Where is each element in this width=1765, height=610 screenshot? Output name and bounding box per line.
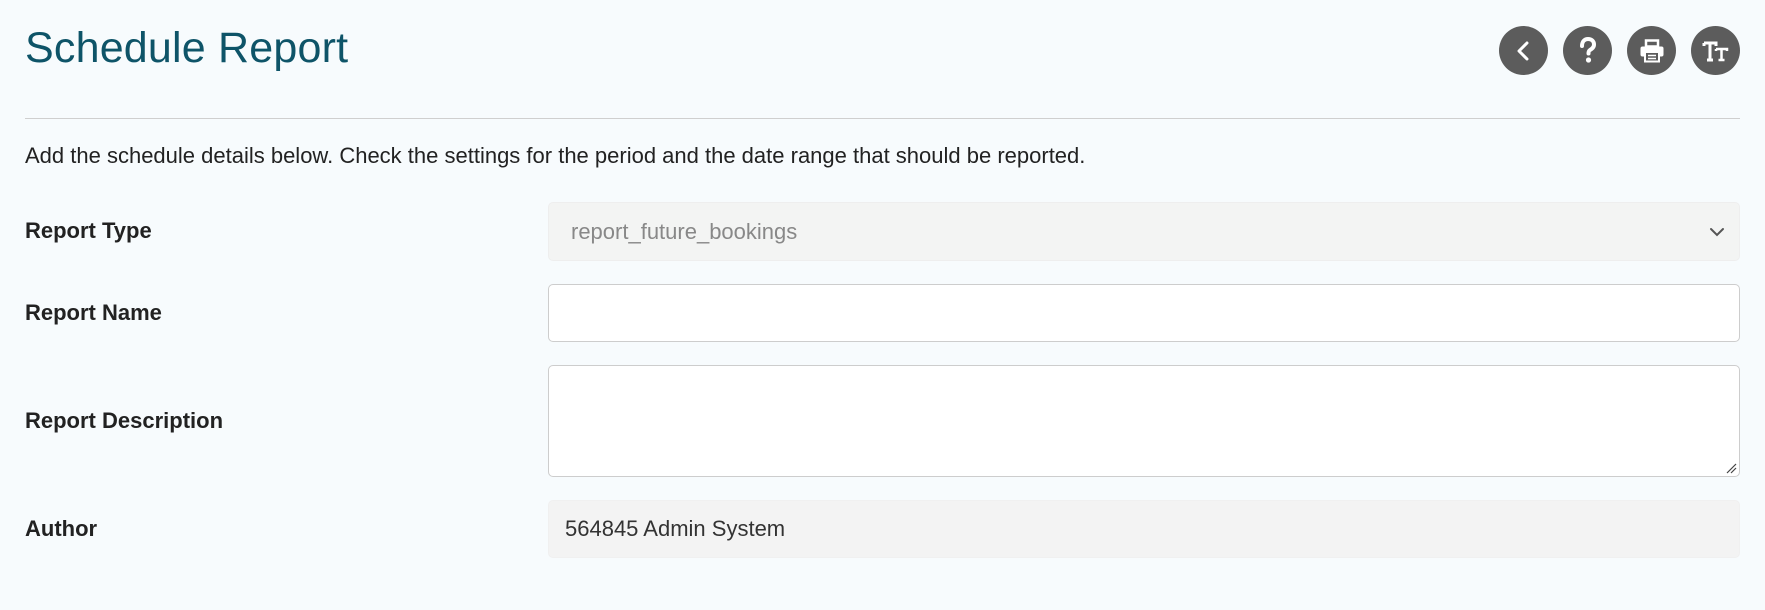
intro-text: Add the schedule details below. Check th…	[25, 143, 1086, 168]
report-name-input[interactable]	[548, 284, 1740, 342]
resize-handle-icon[interactable]	[1725, 462, 1737, 474]
printer-icon	[1640, 38, 1663, 62]
report-name-row: Report Name	[25, 284, 1740, 342]
back-button[interactable]	[1499, 26, 1548, 75]
print-button[interactable]	[1627, 26, 1676, 75]
author-row: Author 564845 Admin System	[25, 500, 1740, 558]
report-type-row: Report Type report_future_bookings	[25, 202, 1740, 261]
toolbar	[1499, 26, 1740, 75]
question-icon	[1579, 36, 1596, 63]
text-size-icon	[1702, 41, 1728, 61]
report-name-label: Report Name	[25, 300, 162, 325]
author-label: Author	[25, 516, 98, 541]
author-value: 564845 Admin System	[565, 516, 786, 541]
author-field: 564845 Admin System	[548, 500, 1740, 558]
report-type-value: report_future_bookings	[571, 218, 798, 244]
report-description-label: Report Description	[25, 408, 224, 433]
text-size-button[interactable]	[1691, 26, 1740, 75]
help-button[interactable]	[1563, 26, 1612, 75]
report-description-textarea[interactable]	[548, 365, 1740, 477]
report-description-row: Report Description	[25, 365, 1740, 477]
page-title: Schedule Report	[25, 24, 349, 72]
report-type-label: Report Type	[25, 218, 152, 243]
schedule-report-page: Schedule Report Add the schedule details…	[0, 0, 1765, 610]
chevron-left-icon	[1517, 41, 1528, 60]
chevron-down-icon	[1710, 227, 1724, 236]
report-type-select[interactable]: report_future_bookings	[548, 202, 1740, 261]
page-header: Schedule Report	[25, 0, 1740, 119]
